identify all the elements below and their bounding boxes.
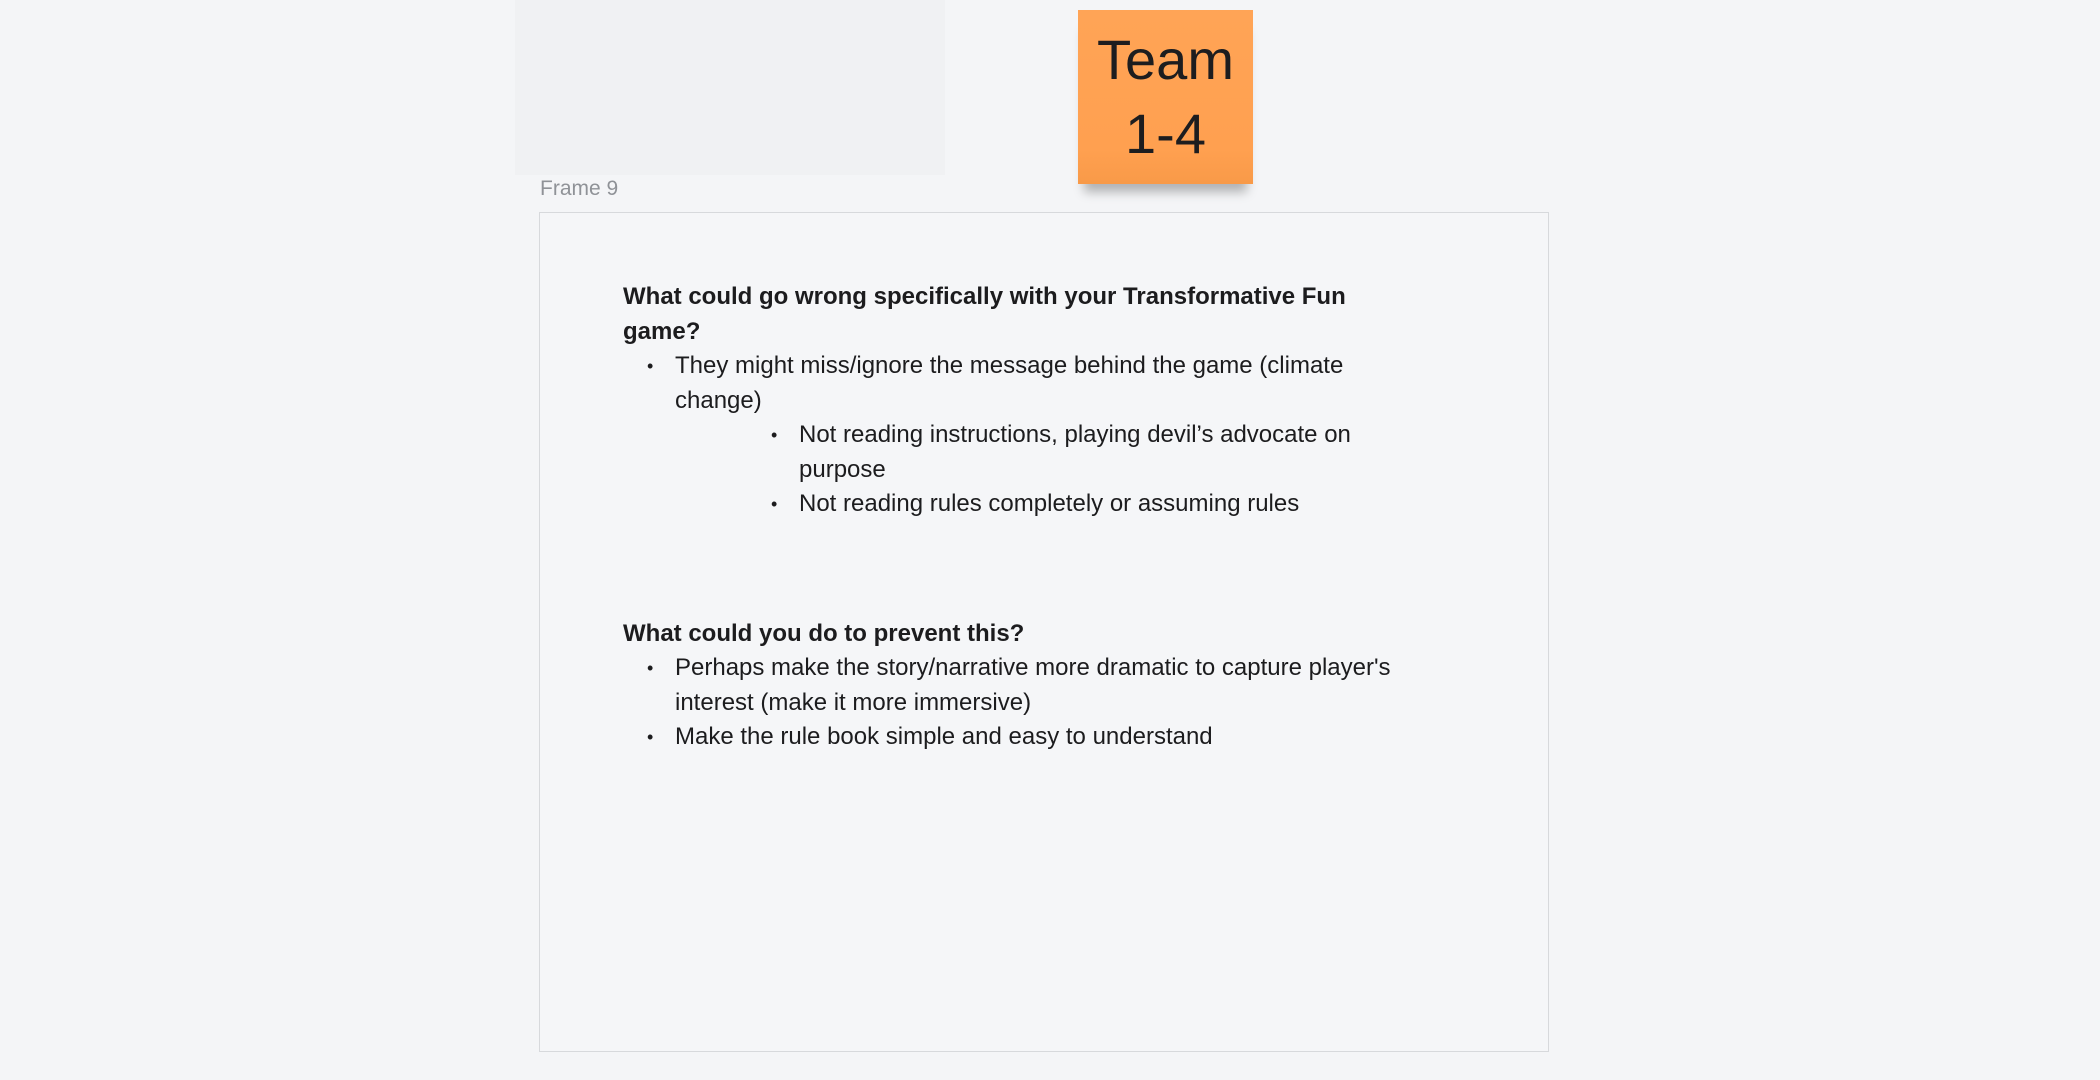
list-item: Make the rule book simple and easy to un… (623, 720, 1403, 755)
list-item: They might miss/ignore the message behin… (623, 349, 1403, 522)
text-block[interactable]: What could go wrong specifically with yo… (623, 280, 1403, 755)
sticky-note-line-1: Team (1097, 28, 1234, 91)
whiteboard-canvas[interactable]: Frame 9 Team 1-4 What could go wrong spe… (0, 0, 2100, 1080)
frame-label[interactable]: Frame 9 (540, 177, 618, 201)
sticky-note[interactable]: Team 1-4 (1078, 10, 1253, 184)
sticky-note-line-2: 1-4 (1125, 102, 1206, 165)
question-heading-2: What could you do to prevent this? (623, 619, 1025, 647)
sub-list: Not reading instructions, playing devil’… (675, 418, 1403, 522)
answer-list-2: Perhaps make the story/narrative more dr… (623, 651, 1403, 755)
question-heading-1: What could go wrong specifically with yo… (623, 283, 1346, 345)
list-item: Perhaps make the story/narrative more dr… (623, 651, 1403, 720)
list-item: Not reading rules completely or assuming… (675, 487, 1403, 522)
list-item-text: They might miss/ignore the message behin… (675, 352, 1344, 414)
list-item: Not reading instructions, playing devil’… (675, 418, 1403, 487)
background-panel (515, 0, 945, 175)
answer-list-1: They might miss/ignore the message behin… (623, 349, 1403, 522)
